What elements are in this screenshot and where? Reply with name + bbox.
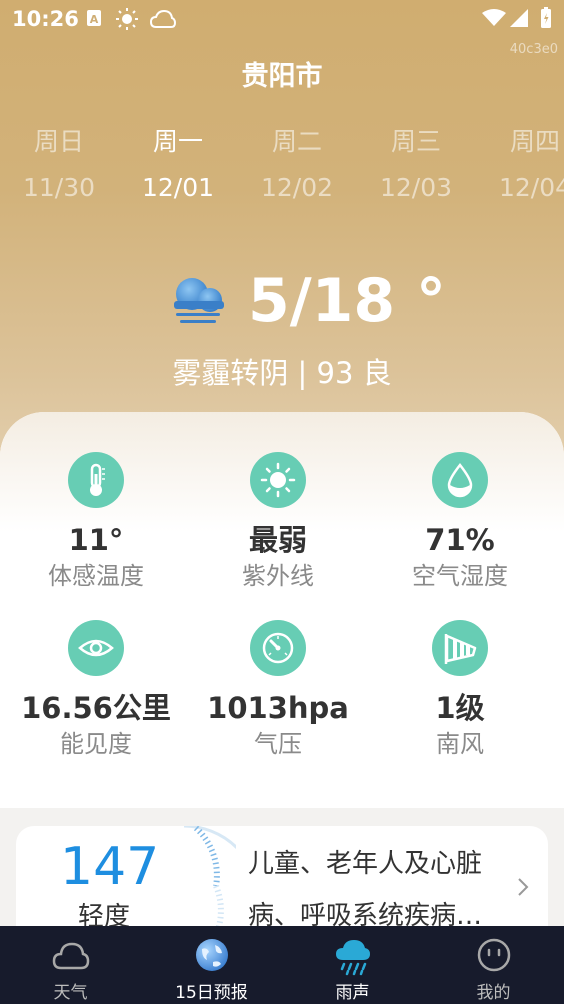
nav-label: 天气 (53, 983, 88, 1003)
smiley-icon (477, 938, 511, 972)
city-title[interactable]: 贵阳市 (0, 54, 564, 93)
sun-status-icon (116, 8, 138, 30)
nav-item-mine[interactable]: 我的 (423, 926, 564, 1004)
battery-icon (541, 7, 551, 28)
stat-humidity: 71% 空气湿度 (366, 452, 554, 594)
day-date: 12/04 (498, 173, 564, 202)
stat-value: 16.56公里 (21, 691, 171, 725)
day-selector[interactable]: 周日 11/30 周一 12/01 周二 12/02 周三 12/03 周四 1… (0, 120, 564, 216)
nav-item-weather[interactable]: 天气 (0, 926, 141, 1004)
stat-label: 能见度 (60, 730, 132, 758)
stat-value: 1013hpa (207, 691, 349, 725)
rain-cloud-icon (336, 940, 370, 976)
status-bar: 10:26 A (0, 0, 564, 40)
day-name: 周三 (390, 127, 441, 156)
stat-label: 南风 (436, 730, 484, 758)
windsock-icon (432, 620, 488, 676)
stat-visibility: 16.56公里 能见度 (2, 620, 190, 762)
nav-item-forecast[interactable]: 15日预报 (141, 926, 282, 1004)
svg-text:A: A (90, 13, 99, 26)
thermometer-icon (68, 452, 124, 508)
day-item-thu[interactable]: 周四 12/04 (475, 120, 564, 212)
cloud-icon (52, 942, 90, 970)
cloud-status-icon (150, 9, 176, 28)
day-name: 周二 (271, 127, 322, 156)
chevron-right-icon[interactable] (516, 876, 530, 898)
day-item-sun[interactable]: 周日 11/30 (0, 120, 119, 212)
details-card: 11° 体感温度 最弱 紫外线 71% 空气湿度 16.56公里 能见度 101… (0, 412, 564, 808)
day-name: 周日 (33, 127, 84, 156)
nav-label: 我的 (476, 983, 511, 1003)
fog-cloud-icon (174, 278, 224, 323)
day-name: 周四 (509, 127, 560, 156)
nav-item-rain-sound[interactable]: 雨声 (282, 926, 423, 1004)
stat-label: 紫外线 (242, 562, 314, 590)
stat-label: 气压 (254, 730, 302, 758)
day-date: 11/30 (22, 173, 96, 202)
stat-uv: 最弱 紫外线 (184, 452, 372, 594)
stat-value: 11° (68, 523, 124, 557)
sun-icon (250, 452, 306, 508)
day-item-wed[interactable]: 周三 12/03 (356, 120, 476, 212)
signal-icon (510, 9, 528, 27)
nav-label: 雨声 (335, 983, 370, 1003)
day-item-tue[interactable]: 周二 12/02 (237, 120, 357, 212)
temperature-range: 5/18 ° (248, 266, 447, 336)
day-date: 12/02 (260, 173, 334, 202)
water-drop-icon (432, 452, 488, 508)
bottom-nav: 天气 15日预报 雨声 我的 (0, 926, 564, 1004)
nav-label: 15日预报 (175, 983, 248, 1003)
day-name: 周一 (152, 127, 203, 156)
eye-icon (68, 620, 124, 676)
stat-value: 最弱 (248, 523, 307, 557)
stat-value: 1级 (435, 691, 485, 725)
condition-text: 雾霾转阴 | 93 良 (172, 356, 392, 390)
stat-feels-like: 11° 体感温度 (2, 452, 190, 594)
status-time: 10:26 (12, 7, 79, 31)
keyboard-a-icon: A (87, 10, 101, 26)
aqi-value: 147 (60, 837, 160, 897)
stat-label: 体感温度 (48, 562, 144, 590)
stat-pressure: 1013hpa 气压 (184, 620, 372, 762)
current-weather: 5/18 ° (0, 262, 564, 342)
day-date: 12/01 (141, 173, 215, 202)
wifi-icon (482, 9, 506, 26)
day-item-mon[interactable]: 周一 12/01 (118, 120, 238, 212)
stat-wind: 1级 南风 (366, 620, 554, 762)
stat-value: 71% (425, 523, 495, 557)
gauge-icon (250, 620, 306, 676)
globe-icon (196, 939, 228, 971)
stat-label: 空气湿度 (412, 562, 508, 590)
day-date: 12/03 (379, 173, 453, 202)
